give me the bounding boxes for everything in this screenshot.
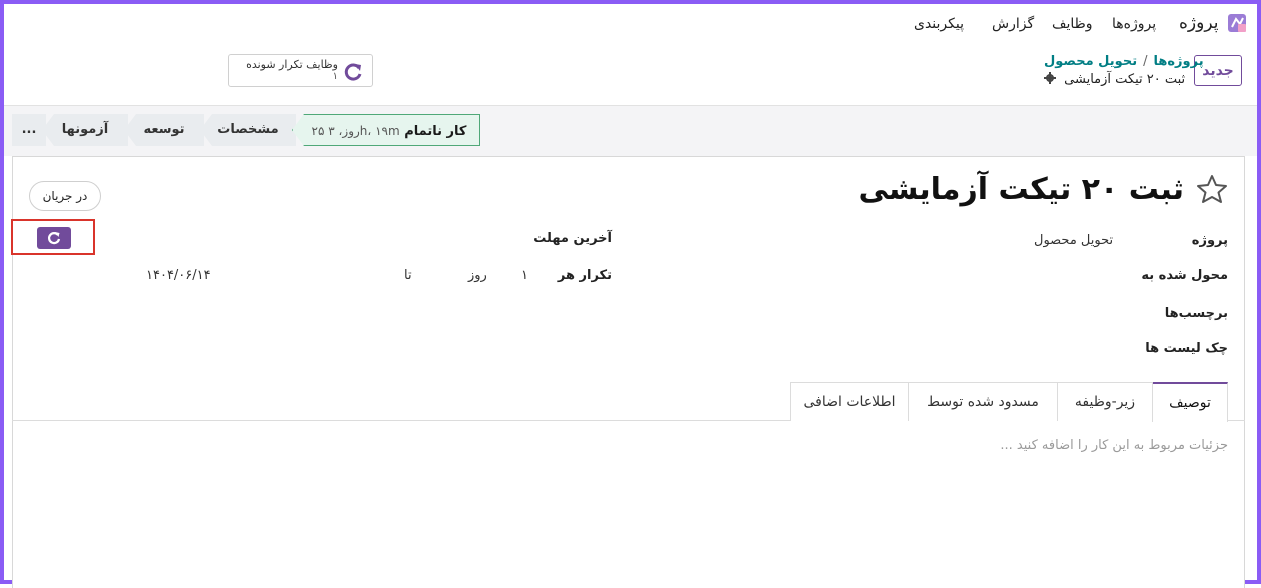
deadline-label: آخرین مهلت: [533, 231, 612, 246]
assignee-label: محول شده به: [1141, 268, 1228, 283]
breadcrumb: پروژه‌ها / تحویل محصول: [1044, 54, 1204, 69]
recurring-tasks-label: وظایف تکرار شونده: [246, 58, 338, 71]
task-state-button[interactable]: در جریان: [29, 181, 101, 211]
nav-reporting[interactable]: گزارش: [992, 16, 1034, 32]
stage-active-meta: ۲۵ روز، ۳h، ۱۹m: [311, 124, 400, 138]
tab-extra-info[interactable]: اطلاعات اضافی: [790, 382, 909, 421]
star-icon[interactable]: [1196, 173, 1228, 205]
form-sheet: [12, 156, 1245, 588]
refresh-icon: [47, 232, 61, 245]
description-editor[interactable]: جزئیات مربوط به این کار را اضافه کنید ..…: [604, 438, 1228, 453]
stage-development[interactable]: توسعه: [124, 114, 204, 146]
stage-tests[interactable]: آزمونها: [42, 114, 128, 146]
repeat-interval[interactable]: ۱: [521, 268, 528, 283]
recurring-tasks-count: ۱: [332, 71, 338, 82]
project-app-icon[interactable]: [1226, 12, 1248, 34]
refresh-icon: [344, 63, 362, 81]
breadcrumb-current: ثبت ۲۰ تیکت آزمایشی: [1044, 72, 1185, 87]
gear-icon[interactable]: [1044, 72, 1056, 84]
tags-label: برچسب‌ها: [1164, 306, 1228, 321]
repeat-unit[interactable]: روز: [468, 268, 487, 283]
stage-active-inprogress[interactable]: ۲۵ روز، ۳h، ۱۹m کار ناتمام: [292, 114, 480, 146]
nav-configuration[interactable]: پیکربندی: [914, 16, 964, 32]
task-title[interactable]: ثبت ۲۰ تیکت آزمایشی: [704, 172, 1184, 207]
breadcrumb-product-delivery[interactable]: تحویل محصول: [1044, 54, 1137, 69]
current-record-name: ثبت ۲۰ تیکت آزمایشی: [1064, 72, 1186, 87]
repeat-toggle-button[interactable]: [37, 227, 71, 249]
breadcrumb-separator: /: [1143, 54, 1148, 69]
project-label: پروژه: [1191, 233, 1228, 248]
checklist-label: چک لیست ها: [1145, 341, 1228, 356]
recurring-tasks-button[interactable]: وظایف تکرار شونده ۱: [228, 54, 373, 87]
top-navbar: پروژه پروژه‌ها وظایف گزارش پیکربندی: [4, 4, 1257, 46]
tab-description[interactable]: توصیف: [1152, 382, 1228, 422]
tab-subtasks[interactable]: زیر-وظیفه: [1057, 382, 1153, 421]
stage-specifications[interactable]: مشخصات: [200, 114, 296, 146]
repeat-until-label: تا: [404, 268, 412, 283]
repeat-until-date[interactable]: ۱۴۰۴/۰۶/۱۴: [146, 268, 211, 283]
breadcrumb-projects[interactable]: پروژه‌ها: [1153, 54, 1203, 69]
stage-more[interactable]: ...: [12, 114, 46, 146]
stage-active-label: کار ناتمام: [404, 124, 467, 139]
nav-tasks[interactable]: وظایف: [1052, 16, 1093, 32]
project-value[interactable]: تحویل محصول: [1034, 233, 1113, 248]
nav-brand[interactable]: پروژه: [1179, 13, 1218, 33]
nav-projects[interactable]: پروژه‌ها: [1112, 16, 1156, 32]
tab-blocked-by[interactable]: مسدود شده توسط: [908, 382, 1058, 421]
